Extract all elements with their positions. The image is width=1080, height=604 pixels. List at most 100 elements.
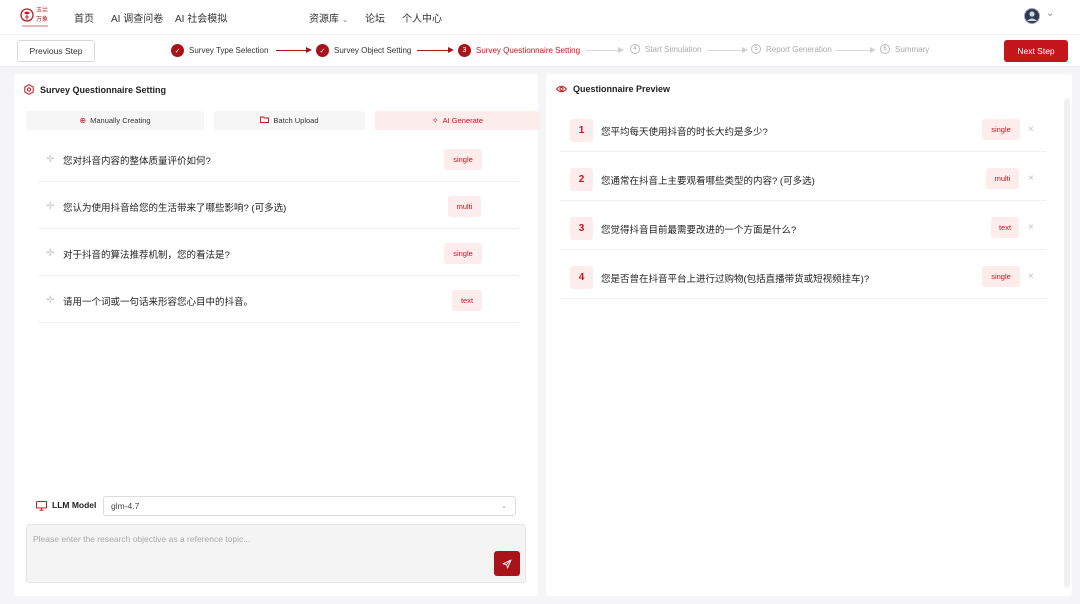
settings-hex-icon bbox=[24, 84, 34, 95]
question-number: 4 bbox=[570, 266, 593, 289]
step-number: 5 bbox=[751, 44, 761, 54]
question-type-tag: multi bbox=[986, 168, 1019, 189]
question-type-tag: text bbox=[452, 290, 482, 311]
sparkle-icon: ✧ bbox=[431, 116, 439, 125]
chevron-down-icon[interactable]: ⌄ bbox=[1046, 8, 1054, 19]
questionnaire-preview-panel: Questionnaire Preview bbox=[546, 74, 1072, 596]
nav-home[interactable]: 首页 bbox=[74, 10, 94, 25]
preview-scrollbar[interactable] bbox=[1064, 98, 1070, 588]
check-icon: ✓ bbox=[316, 44, 329, 57]
close-icon[interactable]: × bbox=[1028, 271, 1034, 282]
panel-title: Questionnaire Preview bbox=[556, 84, 670, 94]
research-objective-input[interactable] bbox=[33, 534, 483, 544]
llm-model-select[interactable]: glm-4.7 ⌄ bbox=[103, 496, 516, 516]
preview-question-row[interactable]: 2 您通常在抖音上主要观看哪些类型的内容? (可多选) multi × bbox=[560, 157, 1046, 201]
step-connector bbox=[586, 47, 624, 53]
plus-circle-icon: ⊕ bbox=[79, 116, 87, 125]
brand-logo[interactable]: 玉兰 万象 bbox=[20, 4, 50, 30]
tab-batch-upload[interactable]: Batch Upload bbox=[214, 111, 365, 130]
step-label: Survey Type Selection bbox=[189, 46, 269, 55]
step-label: Summary bbox=[895, 44, 930, 54]
panel-title: Survey Questionnaire Setting bbox=[24, 84, 166, 95]
panel-title-text: Questionnaire Preview bbox=[573, 84, 671, 94]
question-text: 您觉得抖音目前最需要改进的一个方面是什么? bbox=[601, 225, 797, 236]
question-text: 您通常在抖音上主要观看哪些类型的内容? (可多选) bbox=[601, 176, 815, 187]
svg-text:玉兰: 玉兰 bbox=[36, 6, 48, 14]
nav-resource-library[interactable]: 资源库 ⌄ bbox=[309, 10, 348, 25]
step-label: Survey Object Setting bbox=[334, 46, 412, 55]
question-type-tag: single bbox=[982, 266, 1020, 287]
tab-label: AI Generate bbox=[442, 116, 484, 125]
step-survey-object-setting[interactable]: ✓ Survey Object Setting bbox=[316, 44, 411, 57]
step-connector bbox=[707, 47, 748, 53]
drag-handle-icon[interactable]: ✛ bbox=[46, 248, 54, 259]
eye-icon bbox=[556, 85, 567, 93]
chevron-down-icon: ⌄ bbox=[501, 503, 507, 510]
question-text: 您平均每天使用抖音的时长大约是多少? bbox=[601, 127, 768, 138]
research-objective-box bbox=[26, 524, 526, 583]
step-bar: Previous Step ✓ Survey Type Selection ✓ … bbox=[0, 34, 1080, 67]
question-row[interactable]: ✛ 您认为使用抖音给您的生活带来了哪些影响? (可多选) multi bbox=[38, 185, 518, 229]
step-label: Survey Questionnaire Setting bbox=[476, 46, 581, 55]
drag-handle-icon[interactable]: ✛ bbox=[46, 154, 54, 165]
step-number: 4 bbox=[630, 44, 640, 54]
tab-ai-generate[interactable]: ✧ AI Generate bbox=[375, 111, 540, 130]
close-icon[interactable]: × bbox=[1028, 124, 1034, 135]
creation-mode-tabs: ⊕ Manually Creating Batch Upload ✧ AI Ge… bbox=[26, 111, 540, 130]
step-report-generation[interactable]: 5 Report Generation bbox=[751, 44, 832, 54]
folder-icon bbox=[260, 116, 270, 125]
question-number: 2 bbox=[570, 168, 593, 191]
nav-resource-label: 资源库 bbox=[309, 14, 339, 25]
panel-title-text: Survey Questionnaire Setting bbox=[40, 84, 167, 95]
preview-question-row[interactable]: 3 您觉得抖音目前最需要改进的一个方面是什么? text × bbox=[560, 206, 1046, 250]
drag-handle-icon[interactable]: ✛ bbox=[46, 295, 54, 306]
question-text: 对于抖音的算法推荐机制，您的看法是? bbox=[63, 249, 230, 261]
nav-personal-center[interactable]: 个人中心 bbox=[402, 10, 442, 25]
llm-model-value: glm-4.7 bbox=[111, 501, 140, 511]
top-navbar: 玉兰 万象 首页 AI 调查问卷 AI 社会模拟 资源库 ⌄ 论坛 个人中心 ⌄ bbox=[0, 0, 1080, 34]
question-text: 您对抖音内容的整体质量评价如何? bbox=[63, 155, 211, 167]
nav-forum[interactable]: 论坛 bbox=[365, 10, 385, 25]
question-type-tag: single bbox=[982, 119, 1020, 140]
chevron-down-icon: ⌄ bbox=[341, 15, 349, 24]
question-type-tag: single bbox=[444, 243, 482, 264]
step-number: 3 bbox=[458, 44, 471, 57]
nav-ai-social-simulation[interactable]: AI 社会模拟 bbox=[175, 10, 227, 25]
question-row[interactable]: ✛ 请用一个词或一句话来形容您心目中的抖音。 text bbox=[38, 279, 518, 323]
drag-handle-icon[interactable]: ✛ bbox=[46, 201, 54, 212]
preview-question-row[interactable]: 4 您是否曾在抖音平台上进行过购物(包括直播带货或短视频挂车)? single … bbox=[560, 255, 1046, 299]
step-connector bbox=[276, 47, 312, 53]
question-text: 您是否曾在抖音平台上进行过购物(包括直播带货或短视频挂车)? bbox=[601, 274, 870, 285]
question-type-tag: text bbox=[991, 217, 1019, 238]
close-icon[interactable]: × bbox=[1028, 173, 1034, 184]
question-row[interactable]: ✛ 您对抖音内容的整体质量评价如何? single bbox=[38, 138, 518, 182]
step-connector bbox=[417, 47, 454, 53]
user-avatar[interactable] bbox=[1024, 8, 1040, 24]
step-connector bbox=[836, 47, 876, 53]
send-icon bbox=[502, 559, 512, 568]
preview-question-row[interactable]: 1 您平均每天使用抖音的时长大约是多少? single × bbox=[560, 108, 1046, 152]
step-survey-type-selection[interactable]: ✓ Survey Type Selection bbox=[171, 44, 268, 57]
tab-manually-creating[interactable]: ⊕ Manually Creating bbox=[26, 111, 204, 130]
send-button[interactable] bbox=[494, 551, 520, 576]
question-text: 请用一个词或一句话来形容您心目中的抖音。 bbox=[63, 296, 254, 308]
previous-step-button[interactable]: Previous Step bbox=[17, 40, 95, 62]
close-icon[interactable]: × bbox=[1028, 222, 1034, 233]
monitor-icon bbox=[36, 501, 47, 511]
next-step-button[interactable]: Next Step bbox=[1004, 40, 1068, 62]
step-number: 6 bbox=[880, 44, 890, 54]
question-number: 3 bbox=[570, 217, 593, 240]
llm-model-label: LLM Model bbox=[52, 500, 97, 510]
question-type-tag: single bbox=[444, 149, 482, 170]
tab-label: Manually Creating bbox=[90, 116, 151, 125]
tab-label: Batch Upload bbox=[273, 116, 319, 125]
step-start-simulation[interactable]: 4 Start Simulation bbox=[630, 44, 701, 54]
nav-ai-survey[interactable]: AI 调查问卷 bbox=[111, 10, 163, 25]
question-type-tag: multi bbox=[448, 196, 481, 217]
question-row[interactable]: ✛ 对于抖音的算法推荐机制，您的看法是? single bbox=[38, 232, 518, 276]
step-survey-questionnaire-setting[interactable]: 3 Survey Questionnaire Setting bbox=[458, 44, 580, 57]
question-number: 1 bbox=[570, 119, 593, 142]
question-text: 您认为使用抖音给您的生活带来了哪些影响? (可多选) bbox=[63, 202, 287, 214]
step-label: Start Simulation bbox=[645, 44, 702, 54]
step-summary[interactable]: 6 Summary bbox=[880, 44, 929, 54]
